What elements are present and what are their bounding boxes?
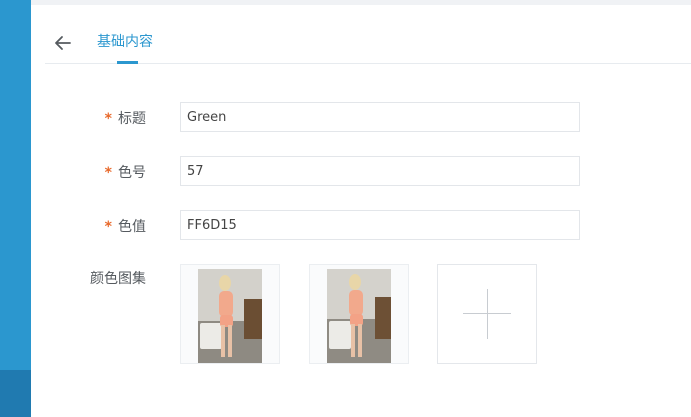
tab-bar: 基础内容 [45, 5, 691, 64]
color-number-input[interactable] [180, 156, 580, 186]
form-row-color-number: * 色号 [31, 156, 691, 188]
form-row-title: * 标题 [31, 102, 691, 134]
required-mark: * [104, 219, 112, 235]
tab-basic-content[interactable]: 基础内容 [97, 31, 153, 63]
main-content: 基础内容 *标题 *色号 *色值 颜色图集 [31, 5, 691, 417]
title-input[interactable] [180, 102, 580, 132]
color-value-label: * 色值 [104, 219, 146, 235]
arrow-left-icon [55, 36, 71, 50]
add-image-button[interactable] [437, 264, 537, 364]
gallery-label: 颜色图集 [90, 271, 146, 287]
product-photo [198, 269, 262, 363]
form-row-color-value: * 色值 [31, 210, 691, 242]
back-button[interactable] [53, 33, 73, 53]
active-tab-indicator [117, 61, 138, 64]
sidebar-bottom-item[interactable] [0, 370, 31, 417]
required-mark: * [104, 111, 112, 127]
sidebar [0, 0, 31, 417]
product-photo [327, 269, 391, 363]
title-label: * 标题 [104, 111, 146, 127]
color-value-input[interactable] [180, 210, 580, 240]
gallery-image-1[interactable] [180, 264, 280, 364]
color-number-label: * 色号 [104, 165, 146, 181]
required-mark: * [104, 165, 112, 181]
gallery-image-2[interactable] [309, 264, 409, 364]
